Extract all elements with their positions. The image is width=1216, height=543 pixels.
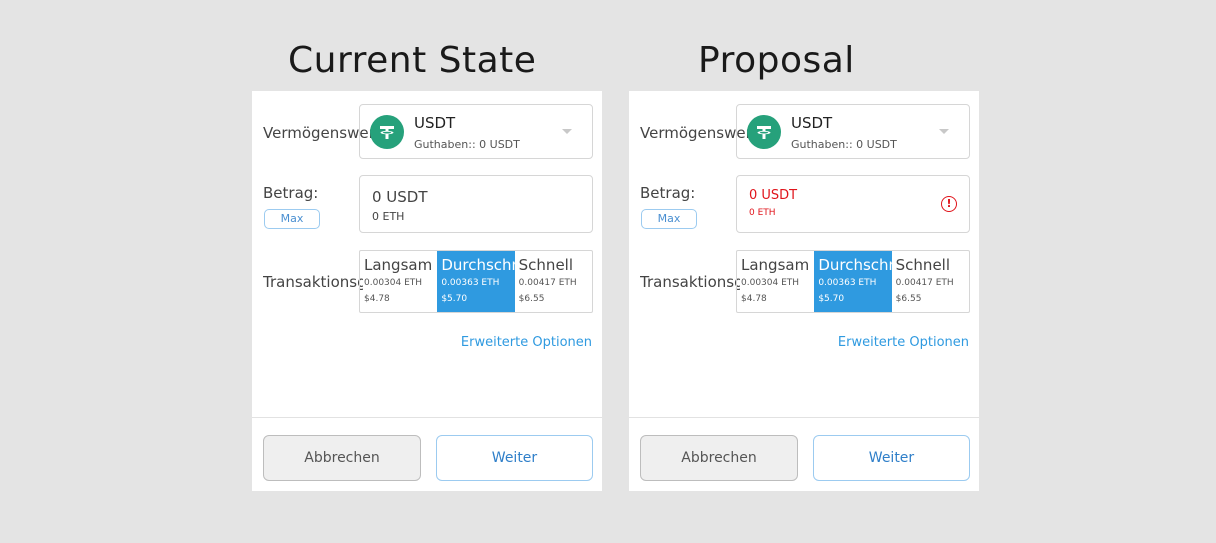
max-button[interactable]: Max bbox=[641, 209, 697, 229]
fee-option-slow[interactable]: Langsam 0.00304 ETH $4.78 bbox=[737, 251, 814, 312]
transaction-fee-label: Transaktionsgebühr bbox=[263, 273, 363, 291]
fee-selector: Langsam 0.00304 ETH $4.78 Durchschnitt 0… bbox=[736, 250, 970, 313]
send-form-current: Vermögenswert USDT Guthaben:: 0 USDT Bet… bbox=[252, 91, 602, 491]
fee-eth: 0.00304 ETH bbox=[364, 278, 423, 288]
fee-usd: $6.55 bbox=[895, 294, 922, 304]
fee-option-slow[interactable]: Langsam 0.00304 ETH $4.78 bbox=[360, 251, 437, 312]
advanced-options-link[interactable]: Erweiterte Optionen bbox=[838, 335, 969, 350]
fee-selector: Langsam 0.00304 ETH $4.78 Durchschnitt 0… bbox=[359, 250, 593, 313]
fee-usd: $5.70 bbox=[818, 294, 845, 304]
current-state-title: Current State bbox=[288, 40, 537, 81]
chevron-down-icon bbox=[939, 129, 949, 134]
fee-name: Schnell bbox=[895, 256, 951, 274]
fee-usd: $5.70 bbox=[441, 294, 468, 304]
cancel-button[interactable]: Abbrechen bbox=[263, 435, 421, 481]
fee-name: Langsam bbox=[741, 256, 810, 274]
amount-value: 0 USDT bbox=[372, 188, 428, 206]
asset-label: Vermögenswert bbox=[640, 124, 750, 142]
fee-eth: 0.00304 ETH bbox=[741, 278, 800, 288]
amount-label: Betrag: bbox=[263, 184, 319, 202]
fee-usd: $6.55 bbox=[518, 294, 545, 304]
asset-symbol: USDT bbox=[414, 114, 456, 132]
fee-name: Schnell bbox=[518, 256, 574, 274]
fee-usd: $4.78 bbox=[364, 294, 390, 304]
fee-option-fast[interactable]: Schnell 0.00417 ETH $6.55 bbox=[515, 251, 592, 312]
amount-input[interactable]: 0 USDT 0 ETH bbox=[359, 175, 593, 233]
next-button[interactable]: Weiter bbox=[436, 435, 593, 481]
amount-input[interactable]: 0 USDT 0 ETH ! bbox=[736, 175, 970, 233]
max-button[interactable]: Max bbox=[264, 209, 320, 229]
next-button[interactable]: Weiter bbox=[813, 435, 970, 481]
fee-option-fast[interactable]: Schnell 0.00417 ETH $6.55 bbox=[892, 251, 969, 312]
send-form-proposal: Vermögenswert USDT Guthaben:: 0 USDT Bet… bbox=[629, 91, 979, 491]
amount-eth-value: 0 ETH bbox=[749, 208, 776, 218]
fee-usd: $4.78 bbox=[741, 294, 767, 304]
fee-eth: 0.00363 ETH bbox=[441, 278, 500, 288]
cancel-button[interactable]: Abbrechen bbox=[640, 435, 798, 481]
fee-name: Langsam bbox=[364, 256, 433, 274]
fee-option-average[interactable]: Durchschnitt 0.00363 ETH $5.70 bbox=[814, 251, 892, 312]
footer-divider bbox=[629, 417, 979, 418]
alert-circle-icon: ! bbox=[941, 196, 957, 212]
footer-divider bbox=[252, 417, 602, 418]
fee-eth: 0.00417 ETH bbox=[895, 278, 954, 288]
asset-select[interactable]: USDT Guthaben:: 0 USDT bbox=[736, 104, 970, 159]
amount-value: 0 USDT bbox=[749, 188, 798, 203]
chevron-down-icon bbox=[562, 129, 572, 134]
transaction-fee-label: Transaktionsgebühr bbox=[640, 273, 740, 291]
advanced-options-link[interactable]: Erweiterte Optionen bbox=[461, 335, 592, 350]
asset-balance: Guthaben:: 0 USDT bbox=[791, 138, 897, 151]
proposal-title: Proposal bbox=[698, 40, 855, 81]
fee-name: Durchschnitt bbox=[441, 256, 514, 274]
fee-eth: 0.00363 ETH bbox=[818, 278, 877, 288]
amount-label: Betrag: bbox=[640, 184, 696, 202]
asset-select[interactable]: USDT Guthaben:: 0 USDT bbox=[359, 104, 593, 159]
amount-eth-value: 0 ETH bbox=[372, 210, 405, 223]
tether-icon bbox=[370, 115, 404, 149]
fee-option-average[interactable]: Durchschnitt 0.00363 ETH $5.70 bbox=[437, 251, 515, 312]
asset-symbol: USDT bbox=[791, 114, 833, 132]
tether-icon bbox=[747, 115, 781, 149]
fee-eth: 0.00417 ETH bbox=[518, 278, 577, 288]
asset-balance: Guthaben:: 0 USDT bbox=[414, 138, 520, 151]
fee-name: Durchschnitt bbox=[818, 256, 891, 274]
asset-label: Vermögenswert bbox=[263, 124, 373, 142]
